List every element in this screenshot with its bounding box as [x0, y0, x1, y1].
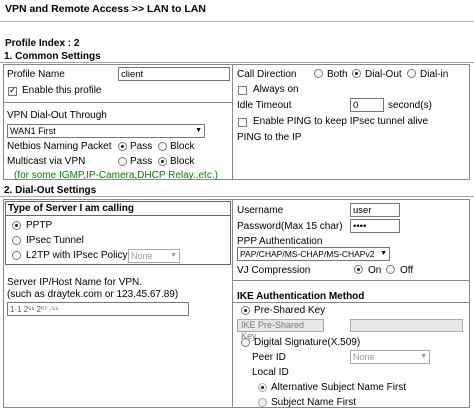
call-dialout-radio[interactable]	[352, 69, 361, 78]
peer-id-value: None	[353, 352, 375, 362]
pre-shared-key-radio[interactable]	[241, 306, 250, 315]
ipsec-tunnel-label: IPsec Tunnel	[26, 235, 84, 246]
call-dialin-radio[interactable]	[407, 69, 416, 78]
profile-index: Profile Index : 2	[5, 38, 80, 49]
enable-ping-checkbox[interactable]	[238, 118, 247, 127]
ppp-auth-value: PAP/CHAP/MS-CHAP/MS-CHAPv2	[240, 249, 375, 259]
alt-subject-radio[interactable]	[258, 383, 267, 392]
chevron-down-icon: ▼	[170, 252, 177, 259]
dialout-settings-header: 2. Dial-Out Settings	[0, 184, 474, 197]
call-both-label: Both	[327, 69, 348, 80]
call-dialout-label: Dial-Out	[365, 69, 402, 80]
ike-divider	[232, 302, 470, 303]
l2tp-radio[interactable]	[12, 251, 21, 260]
ike-psk-button[interactable]: IKE Pre-Shared Key	[237, 319, 324, 341]
ipsec-tunnel-radio[interactable]	[12, 236, 21, 245]
profile-name-label: Profile Name	[7, 69, 65, 80]
vj-off-label: Off	[400, 265, 414, 276]
multicast-note: (for some IGMP,IP-Camera,DHCP Relay..etc…	[14, 170, 218, 181]
subject-name-radio[interactable]	[258, 398, 267, 407]
netbios-pass-label: Pass	[130, 141, 153, 152]
always-on-label: Always on	[253, 84, 299, 95]
title-divider	[0, 21, 474, 22]
local-id-label: Local ID	[252, 367, 289, 378]
call-direction-label: Call Direction	[237, 69, 297, 80]
idle-timeout-input[interactable]	[350, 98, 384, 112]
password-input[interactable]	[350, 219, 400, 233]
netbios-block-radio[interactable]	[158, 142, 167, 151]
dialout-through-select[interactable]: WAN1 First ▼	[7, 124, 205, 138]
always-on-checkbox[interactable]	[238, 86, 247, 95]
server-type-divider	[5, 215, 231, 216]
server-ip-input[interactable]	[7, 302, 189, 316]
username-input[interactable]	[350, 203, 400, 217]
chevron-down-icon: ▼	[420, 353, 427, 360]
server-ip-label: Server IP/Host Name for VPN.	[7, 277, 143, 288]
ike-psk-field[interactable]	[350, 319, 463, 332]
ike-divider-top	[232, 280, 470, 281]
panel-divider	[232, 64, 233, 180]
alt-subject-label: Alternative Subject Name First	[271, 382, 407, 393]
peer-id-label: Peer ID	[252, 352, 286, 363]
vj-off-radio[interactable]	[386, 265, 395, 274]
digital-signature-radio[interactable]	[241, 338, 250, 347]
enable-profile-label: Enable this profile	[22, 85, 102, 96]
enable-profile-checkbox[interactable]	[8, 85, 17, 96]
profile-name-input[interactable]	[118, 67, 230, 81]
dialout-through-label: VPN Dial-Out Through	[7, 110, 107, 121]
netbios-block-label: Block	[170, 141, 195, 152]
vj-on-label: On	[368, 265, 382, 276]
chevron-down-icon: ▼	[195, 127, 202, 134]
multicast-block-label: Block	[170, 156, 195, 167]
l2tp-policy-value: None	[131, 251, 153, 261]
multicast-label: Multicast via VPN	[7, 156, 86, 167]
multicast-block-radio[interactable]	[158, 157, 167, 166]
dialout-panel-divider	[232, 199, 233, 408]
server-type-label: Type of Server I am calling	[8, 203, 134, 214]
call-dialin-label: Dial-in	[420, 69, 449, 80]
peer-id-select[interactable]: None ▼	[350, 350, 430, 364]
multicast-pass-radio[interactable]	[118, 157, 127, 166]
chevron-down-icon: ▼	[380, 250, 387, 257]
idle-timeout-label: Idle Timeout	[237, 100, 292, 111]
call-both-radio[interactable]	[314, 69, 323, 78]
vj-on-radio[interactable]	[354, 265, 363, 274]
idle-timeout-unit: second(s)	[388, 100, 432, 111]
netbios-pass-radio[interactable]	[118, 142, 127, 151]
dialout-through-value: WAN1 First	[10, 126, 56, 136]
pre-shared-key-label: Pre-Shared Key	[254, 305, 326, 316]
panel-row-divider	[3, 102, 232, 103]
digital-signature-label: Digital Signature(X.509)	[254, 337, 361, 348]
username-label: Username	[237, 205, 284, 216]
password-label: Password(Max 15 char)	[237, 221, 343, 232]
netbios-label: Netbios Naming Packet	[7, 141, 112, 152]
l2tp-label: L2TP with IPsec Policy	[26, 250, 128, 261]
pptp-label: PPTP	[26, 220, 53, 231]
page-title: VPN and Remote Access >> LAN to LAN	[5, 3, 206, 15]
enable-ping-label: Enable PING to keep IPsec tunnel alive	[253, 116, 429, 127]
ping-ip-label: PING to the IP	[237, 132, 302, 143]
ppp-auth-label: PPP Authentication	[237, 236, 323, 247]
subject-name-label: Subject Name First	[271, 397, 357, 408]
ike-auth-header: IKE Authentication Method	[237, 291, 365, 302]
common-settings-header: 1. Common Settings	[0, 50, 474, 63]
ppp-auth-select[interactable]: PAP/CHAP/MS-CHAP/MS-CHAPv2 ▼	[237, 247, 390, 261]
server-ip-hint: (such as draytek.com or 123.45.67.89)	[7, 289, 179, 300]
vj-compression-label: VJ Compression	[237, 265, 311, 276]
l2tp-policy-select[interactable]: None ▼	[128, 249, 180, 263]
pptp-radio[interactable]	[12, 221, 21, 230]
multicast-pass-label: Pass	[130, 156, 153, 167]
